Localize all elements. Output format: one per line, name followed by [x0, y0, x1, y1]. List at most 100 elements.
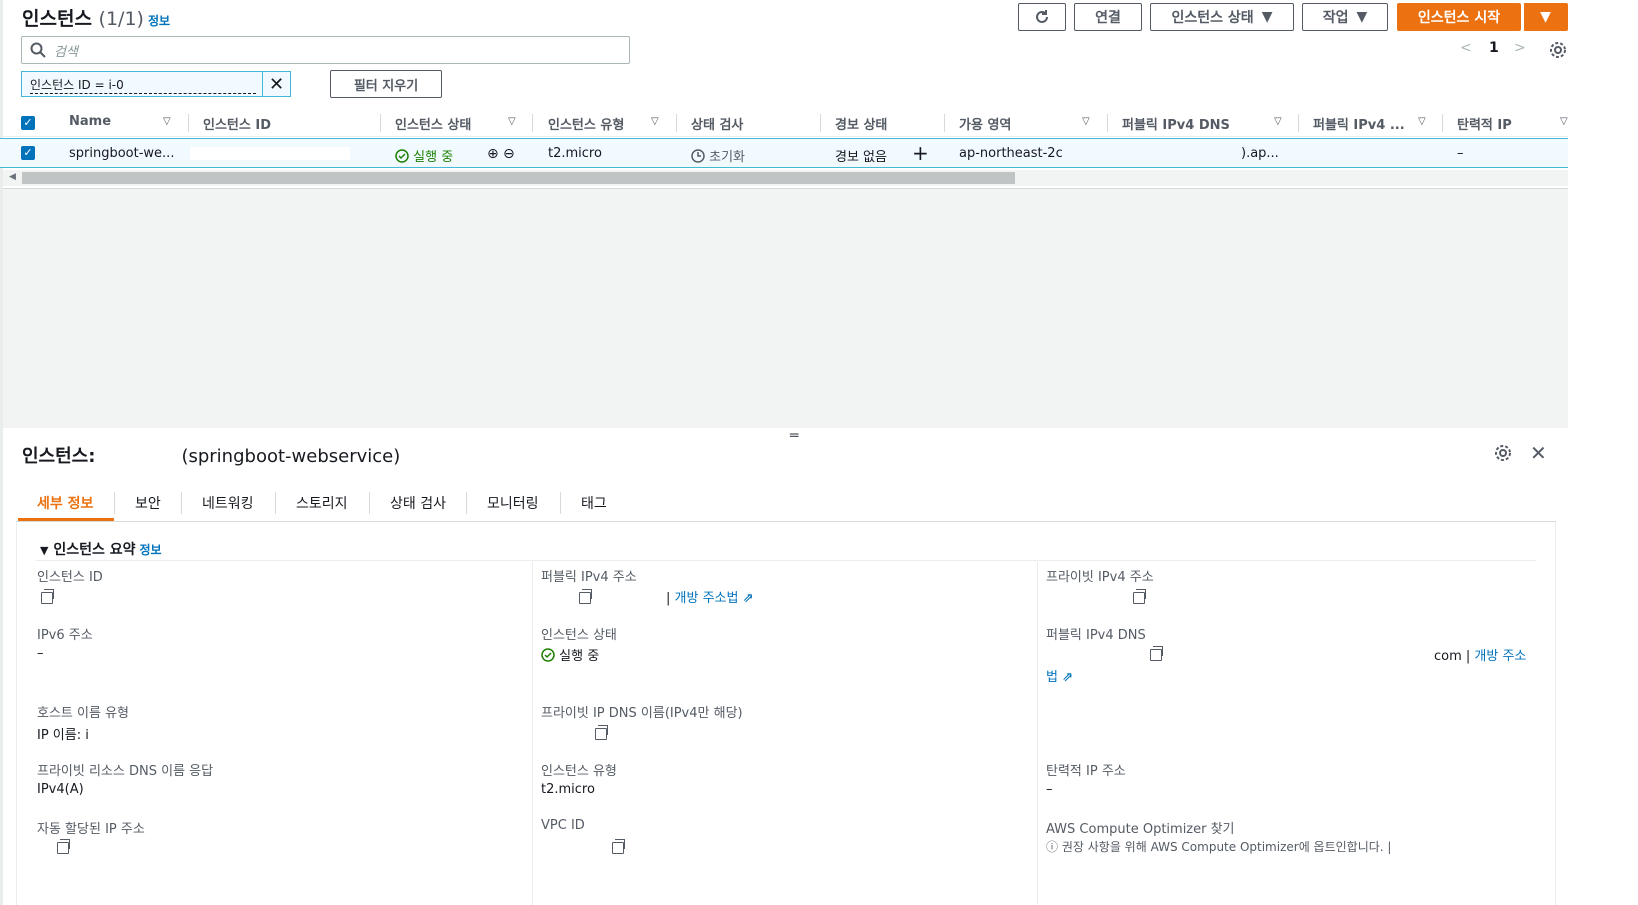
- copy-icon[interactable]: [1149, 646, 1163, 661]
- tab-status-checks[interactable]: 상태 검사: [390, 493, 446, 513]
- open-address-link-tail[interactable]: 법: [1046, 670, 1058, 685]
- instance-summary-header[interactable]: ▼ 인스턴스 요약 정보: [40, 539, 162, 559]
- instance-state-text: 실행 중: [559, 649, 600, 664]
- tab-storage[interactable]: 스토리지: [296, 493, 348, 513]
- copy-icon[interactable]: [1133, 589, 1147, 604]
- tab-separator: [369, 492, 370, 514]
- instance-type-label: 인스턴스 유형: [541, 764, 617, 779]
- column-header[interactable]: 경보 상태: [835, 114, 887, 133]
- column-header[interactable]: 퍼블릭 IPv4 ...: [1313, 114, 1405, 133]
- filter-token[interactable]: 인스턴스 ID = i-0 ✕: [21, 71, 291, 97]
- tab-networking[interactable]: 네트워킹: [202, 493, 254, 513]
- page-number[interactable]: 1: [1489, 40, 1499, 56]
- open-address-link[interactable]: 개방 주소: [1474, 649, 1526, 664]
- tab-monitoring[interactable]: 모니터링: [487, 493, 539, 513]
- tab-details[interactable]: 세부 정보: [37, 493, 93, 513]
- search-input[interactable]: 검색: [21, 36, 630, 64]
- hostname-type-value: IP 이름: i: [37, 728, 89, 743]
- elastic-ip-label: 탄력적 IP 주소: [1046, 764, 1126, 779]
- page-title: 인스턴스 (1/1) 정보: [22, 8, 171, 30]
- instance-state-dropdown[interactable]: 인스턴스 상태 ▼: [1150, 3, 1294, 31]
- auto-ip-label: 자동 할당된 IP 주소: [37, 822, 145, 837]
- copy-icon[interactable]: [41, 589, 54, 604]
- public-dns-cell: ).ap...: [1241, 146, 1279, 161]
- scrollbar-thumb[interactable]: [22, 172, 1015, 184]
- status-check-cell: 초기화: [691, 146, 745, 165]
- sort-icon[interactable]: ▽: [163, 116, 171, 127]
- column-header[interactable]: 인스턴스 상태: [395, 114, 471, 133]
- copy-icon[interactable]: [578, 589, 592, 604]
- tab-separator: [181, 492, 182, 514]
- sort-icon[interactable]: ▽: [1274, 116, 1282, 127]
- optimizer-label: AWS Compute Optimizer 찾기: [1046, 822, 1235, 837]
- prev-page-icon[interactable]: <: [1460, 40, 1472, 56]
- section-divider: [36, 560, 1536, 561]
- open-address-link-cont[interactable]: 법 ⇗: [1046, 666, 1073, 685]
- close-icon[interactable]: ✕: [262, 72, 290, 96]
- vpc-id-label: VPC ID: [541, 818, 585, 833]
- gear-icon[interactable]: [1494, 444, 1512, 462]
- caret-down-icon: ▼: [1261, 9, 1273, 25]
- column-header[interactable]: Name: [69, 114, 111, 129]
- sort-icon[interactable]: ▽: [1082, 116, 1090, 127]
- sort-icon[interactable]: ▽: [1560, 116, 1568, 127]
- external-link-icon: ⇗: [742, 591, 754, 606]
- column-header[interactable]: 탄력적 IP: [1457, 114, 1512, 133]
- filter-token-text: 인스턴스 ID = i-0: [30, 76, 256, 94]
- actions-dropdown[interactable]: 작업 ▼: [1302, 3, 1388, 31]
- tab-separator: [560, 492, 561, 514]
- section-title: 인스턴스 요약: [53, 542, 136, 558]
- launch-dropdown-button[interactable]: ▼: [1523, 3, 1568, 31]
- instance-name: springboot-we...: [69, 146, 175, 161]
- horizontal-scrollbar[interactable]: ◀: [3, 170, 1568, 186]
- external-link-icon: ⇗: [1062, 670, 1074, 685]
- column-header[interactable]: 상태 검사: [691, 114, 743, 133]
- instance-state-label: 인스턴스 상태: [541, 628, 617, 643]
- column-separator: [380, 114, 381, 132]
- details-title-prefix: 인스턴스:: [22, 446, 96, 467]
- optimizer-text: 권장 사항을 위해 AWS Compute Optimizer에 옵트인합니다.…: [1061, 840, 1392, 854]
- sort-icon[interactable]: ▽: [508, 116, 516, 127]
- optimizer-value: ⓘ 권장 사항을 위해 AWS Compute Optimizer에 옵트인합니…: [1046, 838, 1391, 855]
- tab-tags[interactable]: 태그: [581, 493, 607, 513]
- table-row[interactable]: ✓ springboot-we... 실행 중 ⊕ ⊖ t2.micro 초기화…: [0, 138, 1568, 168]
- zoom-out-icon[interactable]: ⊖: [503, 146, 515, 162]
- gear-icon[interactable]: [1549, 41, 1567, 59]
- column-header[interactable]: 인스턴스 유형: [548, 114, 624, 133]
- column-header[interactable]: 인스턴스 ID: [203, 114, 271, 133]
- clock-icon: [691, 149, 705, 163]
- add-alarm-icon[interactable]: +: [912, 141, 929, 165]
- zoom-in-icon[interactable]: ⊕: [487, 146, 499, 162]
- sort-icon[interactable]: ▽: [651, 116, 659, 127]
- dns-answer-label: 프라이빗 리소스 DNS 이름 응답: [37, 764, 214, 779]
- table-header: ✓ Name ▽ 인스턴스 ID 인스턴스 상태 ▽ 인스턴스 유형 ▽ 상태 …: [0, 108, 1568, 137]
- dns-answer-value: IPv4(A): [37, 782, 84, 797]
- refresh-icon: [1036, 10, 1048, 23]
- connect-button[interactable]: 연결: [1074, 3, 1142, 31]
- launch-instance-button[interactable]: 인스턴스 시작: [1397, 3, 1521, 31]
- row-checkbox[interactable]: ✓: [21, 146, 35, 160]
- details-title-suffix: (springboot-webservice): [181, 446, 401, 467]
- copy-icon[interactable]: [611, 839, 625, 854]
- column-header[interactable]: 퍼블릭 IPv4 DNS: [1122, 114, 1230, 133]
- select-all-checkbox[interactable]: ✓: [21, 116, 35, 130]
- elastic-ip-cell: –: [1457, 146, 1464, 161]
- sort-icon[interactable]: ▽: [1418, 116, 1426, 127]
- copy-icon[interactable]: [57, 839, 71, 854]
- column-header[interactable]: 가용 영역: [959, 114, 1011, 133]
- info-link[interactable]: 정보: [140, 543, 162, 557]
- public-ipv4-open-link[interactable]: | 개방 주소법 ⇗: [666, 587, 754, 606]
- info-link[interactable]: 정보: [148, 14, 170, 28]
- open-address-link[interactable]: 개방 주소법: [675, 591, 739, 606]
- resize-handle-icon[interactable]: ═: [790, 428, 798, 444]
- scroll-left-icon[interactable]: ◀: [9, 172, 16, 182]
- tab-separator: [275, 492, 276, 514]
- tab-security[interactable]: 보안: [135, 493, 161, 513]
- active-tab-indicator: [18, 518, 114, 521]
- instance-state-value: 실행 중: [541, 645, 599, 664]
- clear-filters-button[interactable]: 필터 지우기: [330, 70, 442, 98]
- refresh-button[interactable]: [1018, 3, 1066, 31]
- close-icon[interactable]: ✕: [1530, 441, 1547, 465]
- next-page-icon[interactable]: >: [1514, 40, 1526, 56]
- copy-icon[interactable]: [595, 725, 609, 740]
